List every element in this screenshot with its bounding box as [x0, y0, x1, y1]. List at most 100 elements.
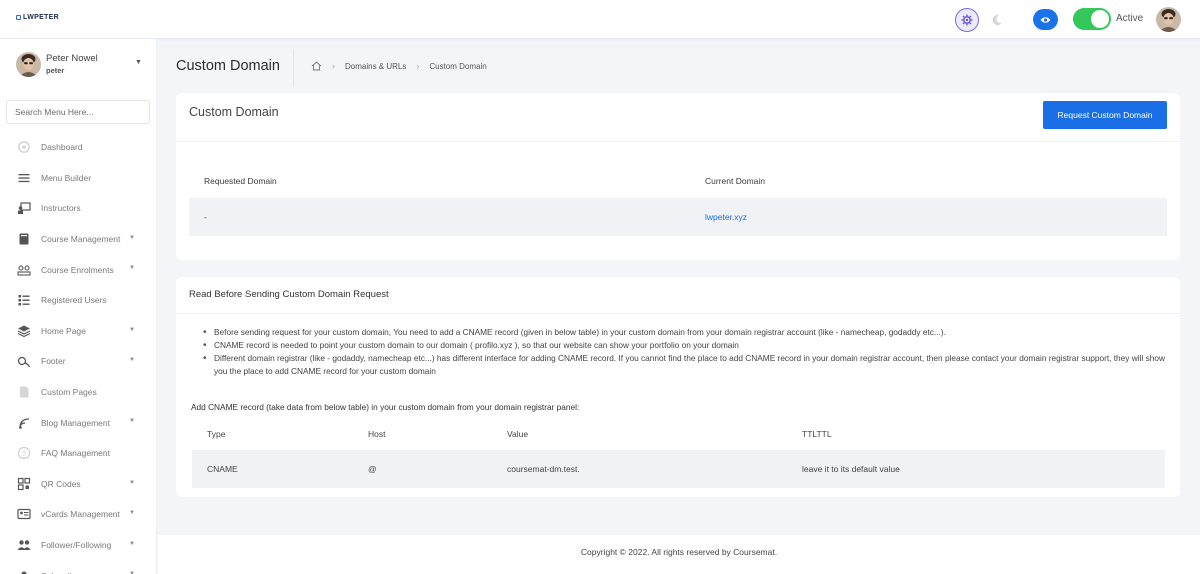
sidebar-item-footer[interactable]: Footer ▼ — [0, 346, 156, 377]
vcard-icon — [17, 507, 31, 521]
chevron-down-icon: ▼ — [129, 510, 135, 517]
people-icon — [17, 538, 31, 552]
subscribers-icon — [17, 569, 31, 574]
page-header: Custom Domain › Domains & URLs › Custom … — [158, 39, 1200, 93]
table-header: Requested Domain Current Domain — [189, 164, 1167, 198]
settings-button[interactable] — [955, 8, 979, 32]
cname-table: Type Host Value TTLTTL CNAME @ coursemat… — [192, 418, 1165, 488]
sidebar-item-instructors[interactable]: Instructors — [0, 193, 156, 224]
users-list-icon — [17, 293, 31, 307]
list-item: CNAME record is needed to point your cus… — [203, 339, 1169, 352]
gear-icon — [961, 14, 973, 26]
column-header: Value — [507, 429, 529, 439]
column-header: Current Domain — [705, 176, 765, 186]
qr-icon — [17, 477, 31, 491]
dashboard-icon — [17, 140, 31, 154]
sidebar-item-vcards-management[interactable]: vCards Management ▼ — [0, 499, 156, 530]
view-site-button[interactable] — [1033, 9, 1058, 30]
column-header: Requested Domain — [204, 176, 277, 186]
svg-text:?: ? — [22, 449, 26, 458]
question-icon: ? — [17, 446, 31, 460]
column-header: TTLTTL — [802, 429, 832, 439]
sidebar-item-dashboard[interactable]: Dashboard — [0, 132, 156, 163]
instructions-card: Read Before Sending Custom Domain Reques… — [176, 277, 1180, 497]
user-name: Peter Nowel — [46, 53, 98, 64]
sidebar-item-label: Menu Builder — [41, 172, 92, 183]
footer: Copyright © 2022. All rights reserved by… — [158, 535, 1200, 574]
profile-avatar[interactable] — [1156, 7, 1181, 32]
record-host-cell: @ — [368, 464, 377, 474]
sidebar-item-blog-management[interactable]: Blog Management ▼ — [0, 407, 156, 438]
topbar: LWPETER Active — [0, 0, 1200, 39]
table-row: - lwpeter.xyz — [189, 198, 1167, 236]
user-menu[interactable]: Peter Nowel peter ▼ — [16, 52, 146, 80]
sidebar-item-faq-management[interactable]: ? FAQ Management — [0, 438, 156, 469]
domain-table: Requested Domain Current Domain - lwpete… — [189, 164, 1167, 236]
sidebar-item-course-enrolments[interactable]: Course Enrolments ▼ — [0, 254, 156, 285]
chevron-down-icon: ▼ — [129, 326, 135, 333]
card-title: Custom Domain — [189, 105, 279, 119]
column-header: Type — [207, 429, 226, 439]
card-title: Read Before Sending Custom Domain Reques… — [189, 289, 389, 300]
current-domain-link[interactable]: lwpeter.xyz — [705, 212, 747, 222]
book-icon — [17, 232, 31, 246]
logo-text: LWPETER — [23, 14, 59, 21]
record-type-cell: CNAME — [207, 464, 238, 474]
record-value-cell: coursemat-dm.test. — [507, 464, 580, 474]
search-menu-input[interactable] — [6, 100, 150, 124]
sidebar: Peter Nowel peter ▼ Dashboard Menu Builde… — [0, 39, 157, 574]
sidebar-item-label: Registered Users — [41, 295, 107, 306]
sidebar-item-home-page[interactable]: Home Page ▼ — [0, 316, 156, 347]
chevron-down-icon: ▼ — [129, 479, 135, 486]
sidebar-item-custom-pages[interactable]: Custom Pages — [0, 377, 156, 408]
chevron-down-icon: ▼ — [129, 418, 135, 425]
page-icon — [17, 385, 31, 399]
copyright-text: Copyright © 2022. All rights reserved by… — [580, 547, 778, 557]
sidebar-item-course-management[interactable]: Course Management ▼ — [0, 224, 156, 255]
chevron-down-icon: ▼ — [129, 357, 135, 364]
moon-icon — [992, 15, 1002, 26]
chevron-down-icon: ▼ — [129, 540, 135, 547]
sidebar-item-label: Subscribers — [41, 571, 86, 574]
cname-table-note: Add CNAME record (take data from below t… — [191, 402, 580, 412]
card-divider — [176, 313, 1180, 314]
instructor-icon — [17, 201, 31, 215]
sidebar-nav: Dashboard Menu Builder Instructors Course M… — [0, 132, 156, 574]
enrolment-icon — [17, 263, 31, 277]
list-item: Before sending request for your custom d… — [203, 326, 1169, 339]
sidebar-item-label: Footer — [41, 356, 66, 367]
sidebar-item-label: vCards Management — [41, 509, 120, 520]
breadcrumb: › Domains & URLs › Custom Domain — [311, 61, 487, 71]
status-toggle-label: Active — [1116, 13, 1144, 24]
record-ttl-cell: leave it to its default value — [802, 464, 900, 474]
sidebar-item-label: Course Management — [41, 234, 121, 245]
sidebar-item-label: Home Page — [41, 325, 86, 336]
sidebar-item-label: FAQ Management — [41, 448, 110, 459]
table-row: CNAME @ coursemat-dm.test. leave it to i… — [192, 450, 1165, 488]
logo[interactable]: LWPETER — [16, 14, 59, 21]
chevron-down-icon: ▼ — [129, 265, 135, 272]
logo-mark-icon — [16, 15, 21, 20]
blog-icon — [17, 416, 31, 430]
avatar-image — [16, 52, 41, 77]
home-icon[interactable] — [311, 61, 322, 71]
sidebar-item-qr-codes[interactable]: QR Codes ▼ — [0, 469, 156, 500]
status-toggle[interactable] — [1073, 8, 1111, 30]
chevron-down-icon: ▼ — [135, 59, 142, 66]
column-header: Host — [368, 429, 386, 439]
dark-mode-button[interactable] — [987, 10, 1007, 30]
sidebar-item-registered-users[interactable]: Registered Users — [0, 285, 156, 316]
sidebar-item-label: Follower/Following — [41, 540, 112, 551]
page-title: Custom Domain — [176, 58, 280, 74]
avatar-image — [1156, 7, 1181, 32]
sidebar-item-follower-following[interactable]: Follower/Following ▼ — [0, 530, 156, 561]
breadcrumb-item[interactable]: Domains & URLs — [345, 62, 406, 71]
avatar — [16, 52, 41, 77]
sidebar-item-subscribers[interactable]: Subscribers▼ — [0, 560, 156, 574]
toggle-knob — [1091, 10, 1109, 28]
breadcrumb-separator: › — [332, 61, 335, 71]
sidebar-item-label: Dashboard — [41, 142, 83, 153]
sidebar-item-menu-builder[interactable]: Menu Builder — [0, 163, 156, 194]
instructions-list: Before sending request for your custom d… — [203, 326, 1169, 378]
request-custom-domain-button[interactable]: Request Custom Domain — [1043, 101, 1167, 129]
